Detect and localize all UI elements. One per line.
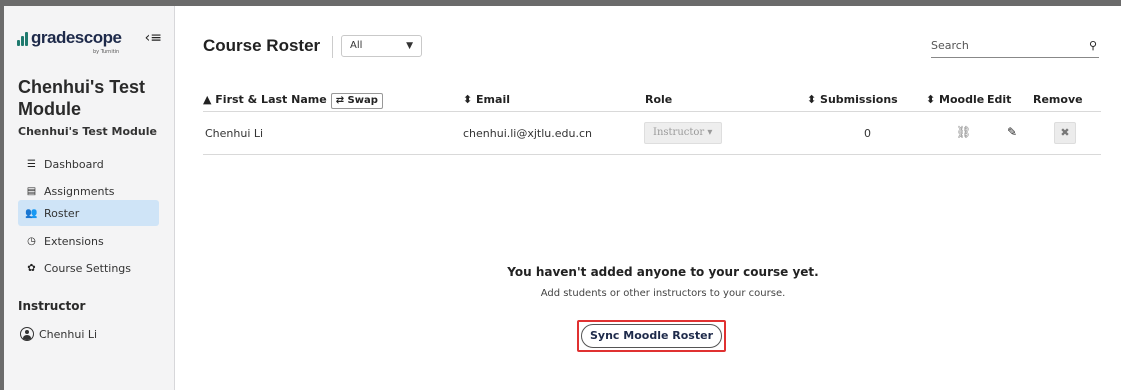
- search-placeholder: Search: [931, 39, 969, 52]
- column-header-edit: Edit: [987, 93, 1012, 106]
- instructor-section-label: Instructor: [18, 299, 86, 313]
- clock-icon: ◷: [27, 235, 36, 247]
- row-divider: [203, 154, 1101, 155]
- roster-filter-select[interactable]: All ▼: [341, 35, 422, 57]
- sidebar-item-label: Assignments: [44, 184, 115, 198]
- avatar-icon: [20, 327, 34, 341]
- search-icon[interactable]: ⚲: [1089, 39, 1097, 52]
- sidebar-item-extensions[interactable]: ◷ Extensions: [18, 228, 159, 254]
- main-content: Course Roster All ▼ Search ⚲ ▲ First & L…: [175, 6, 1121, 390]
- column-header-name[interactable]: ▲ First & Last Name ⇄ Swap: [203, 93, 383, 109]
- sidebar-item-label: Extensions: [44, 234, 104, 248]
- logo-bars-icon: [17, 32, 29, 46]
- logo-row: gradescope by Turnitin ‹≡: [17, 28, 162, 58]
- column-header-moodle[interactable]: ⬍ Moodle: [926, 93, 984, 106]
- sidebar-item-roster[interactable]: 👥 Roster: [18, 200, 159, 226]
- role-select[interactable]: Instructor ▾: [644, 122, 722, 144]
- column-header-submissions[interactable]: ⬍ Submissions: [807, 93, 898, 106]
- sidebar-item-course-settings[interactable]: ✿ Course Settings: [18, 255, 159, 281]
- header-divider: [203, 111, 1101, 112]
- column-header-name-label: ▲ First & Last Name: [203, 93, 327, 106]
- filter-selected-value: All: [350, 40, 363, 51]
- chevron-down-icon: ▼: [406, 41, 413, 51]
- course-subtitle: Chenhui's Test Module: [18, 125, 157, 138]
- search-input[interactable]: Search ⚲: [931, 39, 1099, 58]
- brand-sub: by Turnitin: [93, 49, 120, 55]
- brand-logo[interactable]: gradescope: [31, 28, 122, 48]
- sidebar-user-item[interactable]: Chenhui Li: [20, 327, 97, 341]
- assignment-icon: ▤: [26, 185, 37, 197]
- collapse-sidebar-icon[interactable]: ‹≡: [145, 30, 162, 46]
- column-header-remove: Remove: [1033, 93, 1083, 106]
- empty-state-subtitle: Add students or other instructors to you…: [540, 288, 786, 299]
- user-name: Chenhui Li: [39, 327, 98, 341]
- page-title: Course Roster: [203, 36, 321, 55]
- empty-state-title: You haven't added anyone to your course …: [507, 265, 819, 279]
- column-header-role: Role: [645, 93, 673, 106]
- course-title: Chenhui's Test Module: [18, 77, 145, 119]
- app-window: gradescope by Turnitin ‹≡ Chenhui's Test…: [4, 6, 1121, 390]
- column-header-email[interactable]: ⬍ Email: [463, 93, 510, 106]
- users-icon: 👥: [25, 207, 38, 219]
- swap-name-order-button[interactable]: ⇄ Swap: [330, 93, 383, 109]
- sidebar-item-label: Dashboard: [44, 157, 104, 171]
- sidebar: gradescope by Turnitin ‹≡ Chenhui's Test…: [4, 6, 175, 390]
- title-divider: [332, 36, 333, 58]
- remove-user-button[interactable]: ✖: [1054, 122, 1076, 144]
- row-name: Chenhui Li: [205, 127, 264, 140]
- pencil-icon[interactable]: ✎: [1007, 125, 1017, 139]
- gear-icon: ✿: [27, 262, 36, 274]
- sidebar-item-label: Course Settings: [44, 261, 132, 275]
- moodle-link-icon[interactable]: ⛓: [956, 125, 971, 139]
- sidebar-item-dashboard[interactable]: ☰ Dashboard: [18, 151, 159, 177]
- row-submissions: 0: [864, 127, 871, 140]
- sidebar-item-label: Roster: [44, 206, 80, 220]
- sync-moodle-roster-button[interactable]: Sync Moodle Roster: [581, 324, 722, 348]
- row-email: chenhui.li@xjtlu.edu.cn: [463, 127, 593, 140]
- dashboard-icon: ☰: [27, 158, 36, 170]
